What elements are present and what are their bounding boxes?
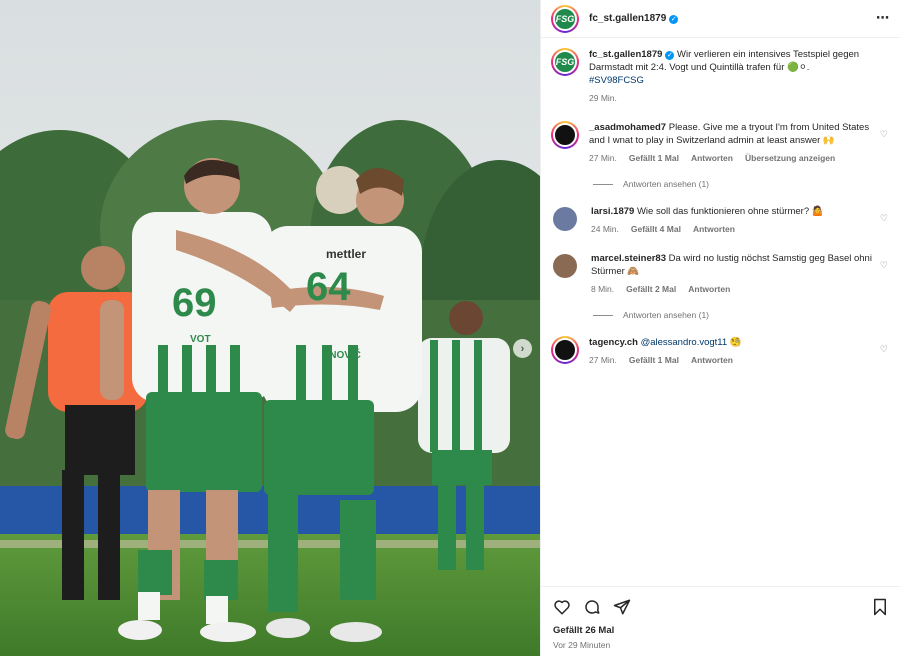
comment-time[interactable]: 24 Min. (591, 223, 619, 236)
caption-meta: 29 Min. (589, 92, 874, 105)
reply-button[interactable]: Antworten (691, 354, 733, 367)
fcsg-logo: FSG (553, 50, 577, 74)
comment-meta: 27 Min. Gefällt 1 Mal Antworten (589, 354, 874, 367)
post-username[interactable]: fc_st.gallen1879 ✓ (589, 13, 679, 24)
jersey-name-vot: VOT (190, 334, 211, 345)
comment-likes[interactable]: Gefällt 2 Mal (626, 283, 676, 296)
comments-list[interactable]: FSG fc_st.gallen1879 ✓ Wir verlieren ein … (541, 38, 900, 586)
comment: larsi.1879 Wie soll das funktionieren oh… (551, 205, 890, 236)
verified-icon: ✓ (669, 14, 679, 24)
chevron-right-icon: › (520, 342, 525, 355)
comment-icon[interactable] (583, 598, 601, 616)
comment-likes[interactable]: Gefällt 1 Mal (629, 152, 679, 165)
more-icon[interactable]: ⋯ (876, 10, 890, 26)
caption-username[interactable]: fc_st.gallen1879 (589, 49, 662, 60)
view-replies-button[interactable]: Antworten ansehen (1) (593, 179, 890, 189)
comment-time[interactable]: 27 Min. (589, 152, 617, 165)
comment-time[interactable]: 27 Min. (589, 354, 617, 367)
comment-meta: 27 Min. Gefällt 1 Mal Antworten Übersetz… (589, 152, 874, 165)
jersey-sponsor: mettler (326, 247, 366, 261)
heart-icon[interactable] (553, 598, 571, 616)
heart-icon[interactable]: ♡ (880, 213, 888, 224)
share-icon[interactable] (613, 598, 631, 616)
post-actions: Gefällt 26 Mal Vor 29 Minuten (541, 586, 900, 656)
comment-text: Wie soll das funktionieren ohne stürmer?… (636, 206, 824, 217)
caption-time[interactable]: 29 Min. (589, 92, 617, 105)
heart-icon[interactable]: ♡ (880, 260, 888, 271)
reply-button[interactable]: Antworten (688, 283, 730, 296)
heart-icon[interactable]: ♡ (880, 344, 888, 355)
avatar[interactable] (553, 207, 577, 231)
avatar[interactable] (551, 121, 579, 149)
next-photo-button[interactable]: › (513, 339, 532, 358)
comment-meta: 8 Min. Gefällt 2 Mal Antworten (591, 283, 876, 296)
comment-body: _asadmohamed7 Please. Give me a tryout I… (589, 121, 874, 165)
divider (593, 314, 613, 316)
comment-username[interactable]: tagency.ch (589, 337, 638, 348)
avatar[interactable]: FSG (551, 4, 579, 33)
comment-emoji: 🧐 (729, 337, 742, 348)
likes-count[interactable]: Gefällt 26 Mal (553, 625, 888, 636)
comment: _asadmohamed7 Please. Give me a tryout I… (551, 121, 890, 165)
avatar[interactable] (553, 254, 577, 278)
heart-icon[interactable]: ♡ (880, 129, 888, 140)
post-time[interactable]: Vor 29 Minuten (553, 640, 888, 650)
view-replies-label: Antworten ansehen (1) (623, 179, 709, 189)
comment: tagency.ch @alessandro.vogt11 🧐 27 Min. … (551, 336, 890, 367)
comment: marcel.steiner83 Da wird no lustig nöchs… (551, 252, 890, 296)
username-text[interactable]: fc_st.gallen1879 (589, 13, 666, 24)
view-replies-label: Antworten ansehen (1) (623, 310, 709, 320)
action-icons (553, 597, 888, 617)
match-photo: 69 VOT mettler 64 ANOVIĆ (0, 0, 540, 656)
comment-username[interactable]: _asadmohamed7 (589, 122, 666, 133)
post-header: FSG fc_st.gallen1879 ✓ ⋯ (541, 0, 900, 38)
view-replies-button[interactable]: Antworten ansehen (1) (593, 310, 890, 320)
reply-button[interactable]: Antworten (693, 223, 735, 236)
user-avatar-image (553, 338, 577, 362)
comment-username[interactable]: larsi.1879 (591, 206, 634, 217)
comment-meta: 24 Min. Gefällt 4 Mal Antworten (591, 223, 876, 236)
comment-body: marcel.steiner83 Da wird no lustig nöchs… (591, 252, 876, 296)
post-sidebar: FSG fc_st.gallen1879 ✓ ⋯ FSG fc_st.gallen… (540, 0, 900, 656)
jersey-number-69: 69 (172, 281, 217, 325)
mention-link[interactable]: @alessandro.vogt11 (641, 337, 728, 348)
hashtag-link[interactable]: #SV98FCSG (589, 75, 644, 86)
bookmark-icon[interactable] (872, 598, 888, 616)
fcsg-logo: FSG (553, 6, 577, 31)
verified-icon: ✓ (665, 51, 675, 60)
comment-username[interactable]: marcel.steiner83 (591, 253, 666, 264)
comment-body: larsi.1879 Wie soll das funktionieren oh… (591, 205, 876, 236)
comment-likes[interactable]: Gefällt 1 Mal (629, 354, 679, 367)
avatar[interactable] (551, 336, 579, 364)
user-avatar-image (553, 123, 577, 147)
comment-body: tagency.ch @alessandro.vogt11 🧐 27 Min. … (589, 336, 874, 367)
jersey-name-anovic: ANOVIĆ (322, 348, 361, 361)
divider (593, 183, 613, 185)
comment-likes[interactable]: Gefällt 4 Mal (631, 223, 681, 236)
translate-button[interactable]: Übersetzung anzeigen (745, 152, 835, 165)
reply-button[interactable]: Antworten (691, 152, 733, 165)
caption-body: fc_st.gallen1879 ✓ Wir verlieren ein inte… (589, 48, 874, 105)
jersey-number-64: 64 (306, 265, 351, 309)
caption: FSG fc_st.gallen1879 ✓ Wir verlieren ein … (551, 48, 890, 105)
comment-time[interactable]: 8 Min. (591, 283, 614, 296)
avatar[interactable]: FSG (551, 48, 579, 76)
post-photo[interactable]: 69 VOT mettler 64 ANOVIĆ › (0, 0, 540, 656)
